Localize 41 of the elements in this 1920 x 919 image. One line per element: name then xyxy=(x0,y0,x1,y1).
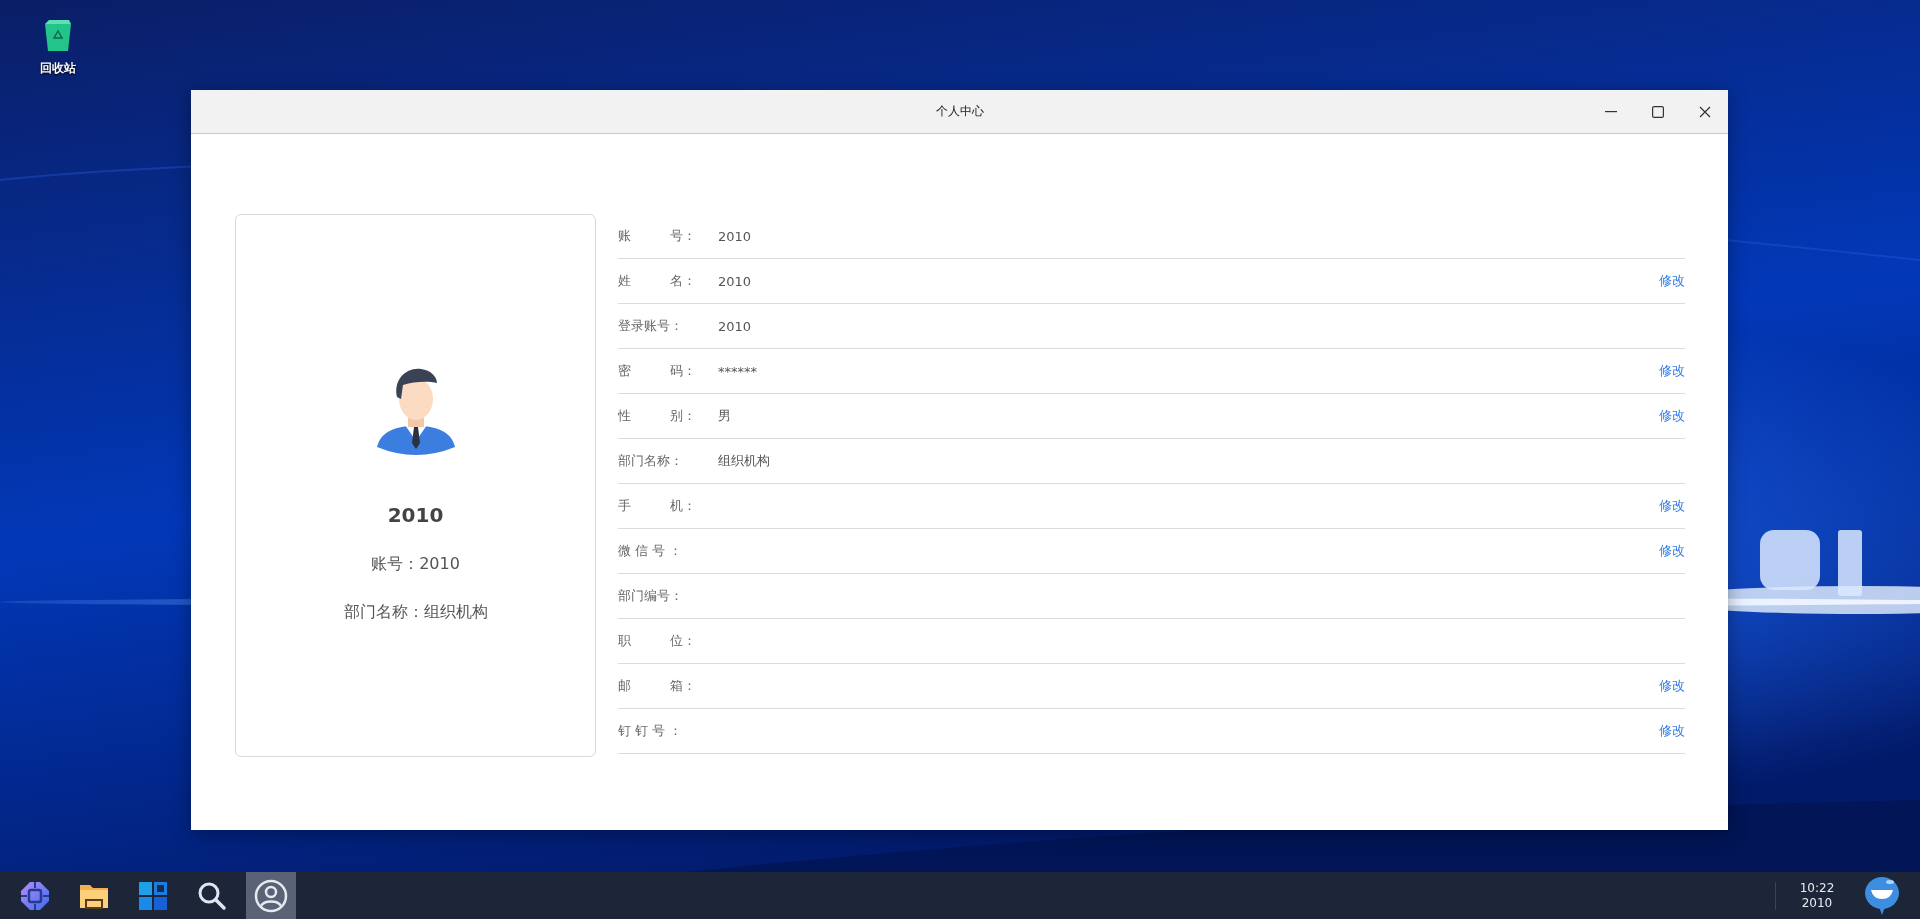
clock-date: 2010 xyxy=(1801,895,1833,911)
trash-bin-icon[interactable] xyxy=(43,18,73,52)
field-value: 组织机构 xyxy=(718,452,770,470)
field-label: 登录账号： xyxy=(618,317,684,335)
edit-link[interactable]: 修改 xyxy=(1659,542,1685,560)
account-text: 账号：2010 xyxy=(371,554,460,575)
edit-link[interactable]: 修改 xyxy=(1659,272,1685,290)
icon-label: 回收站 xyxy=(40,60,76,77)
field-label: 钉 钉 号 ： xyxy=(618,722,684,740)
edit-link[interactable]: 修改 xyxy=(1659,407,1685,425)
field-label: 微 信 号 ： xyxy=(618,542,684,560)
launcher-icon xyxy=(20,880,50,911)
field-value: 2010 xyxy=(718,318,752,334)
close-icon xyxy=(1698,105,1711,118)
clock-time: 10:22 xyxy=(1799,880,1835,896)
field-value: 男 xyxy=(718,407,731,425)
field-value: ****** xyxy=(718,363,757,379)
field-value: 2010 xyxy=(718,228,752,244)
edit-link[interactable]: 修改 xyxy=(1659,677,1685,695)
edit-link[interactable]: 修改 xyxy=(1659,497,1685,515)
field-label: 姓 名： xyxy=(618,272,697,290)
field-label: 职 位： xyxy=(618,632,697,650)
user-icon xyxy=(254,878,288,913)
search-icon xyxy=(197,880,227,911)
field-label: 性 别： xyxy=(618,407,697,425)
field-label: 密 码： xyxy=(618,362,697,380)
field-label: 邮 箱： xyxy=(618,677,697,695)
chat-bubble-icon[interactable] xyxy=(1864,875,1900,916)
maximize-icon xyxy=(1651,105,1664,118)
window-title: 个人中心 xyxy=(935,103,984,120)
field-label: 手 机： xyxy=(618,497,697,515)
minimize-icon xyxy=(1604,110,1617,113)
field-label: 部门编号： xyxy=(618,587,684,605)
field-value: 2010 xyxy=(718,273,752,289)
field-label: 账 号： xyxy=(618,227,697,245)
user-name: 2010 xyxy=(387,503,444,527)
department-text: 部门名称：组织机构 xyxy=(343,602,488,623)
edit-link[interactable]: 修改 xyxy=(1659,722,1685,740)
windows-icon xyxy=(138,880,168,911)
edit-link[interactable]: 修改 xyxy=(1659,362,1685,380)
field-label: 部门名称： xyxy=(618,452,684,470)
